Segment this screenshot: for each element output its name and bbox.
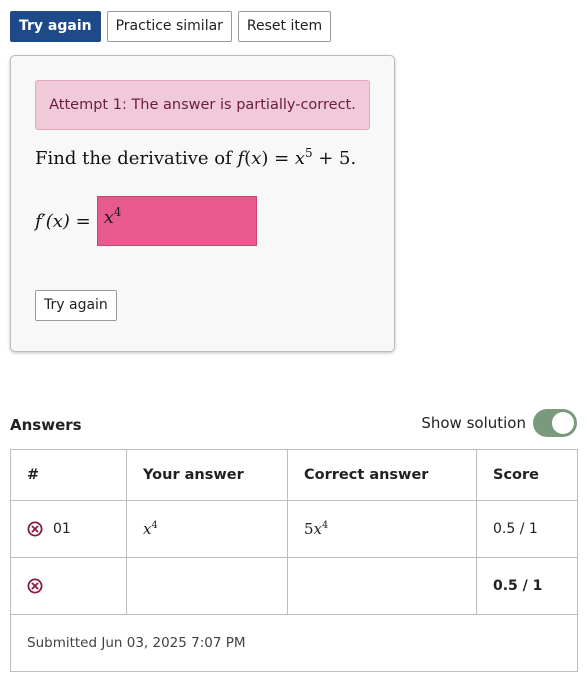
question-card: Attempt 1: The answer is partially-corre… [10, 55, 395, 352]
correct-answer-coefficient: 5 [304, 520, 314, 538]
row-id: 01 [53, 521, 71, 537]
correct-answer-exponent: 4 [322, 520, 329, 531]
correct-answer-cell: 5x4 [287, 500, 477, 558]
answer-input-exponent: 4 [113, 205, 122, 219]
card-try-again-button[interactable]: Try again [35, 290, 117, 321]
table-row-submitted: Submitted Jun 03, 2025 7:07 PM [10, 614, 578, 672]
answer-input[interactable]: x4 [96, 196, 257, 246]
table-header-row: # Your answer Correct answer Score [10, 449, 578, 501]
table-row-total: 0.5 / 1 [10, 557, 578, 615]
total-icon-cell [10, 557, 127, 615]
question-prefix: Find the derivative of [35, 148, 238, 169]
total-score-cell: 0.5 / 1 [476, 557, 578, 615]
row-number-cell: 01 [10, 500, 127, 558]
score-cell: 0.5 / 1 [476, 500, 578, 558]
answer-row: f′(x) = x4 [35, 196, 257, 246]
answer-prefix: f′(x) = [35, 210, 91, 232]
switch-knob [552, 412, 574, 434]
submitted-timestamp: Submitted Jun 03, 2025 7:07 PM [10, 614, 578, 672]
question-text: Find the derivative of f(x) = x5 + 5. [35, 146, 357, 169]
empty-cell [287, 557, 477, 615]
incorrect-icon [27, 578, 43, 594]
column-header-score: Score [476, 449, 578, 501]
reset-item-button[interactable]: Reset item [237, 11, 332, 42]
show-solution-switch[interactable] [533, 409, 577, 437]
answer-input-base: x [103, 207, 114, 228]
your-answer-exponent: 4 [151, 520, 158, 531]
practice-similar-button[interactable]: Practice similar [106, 11, 232, 42]
item-toolbar: Try again Practice similar Reset item [10, 11, 332, 42]
attempt-alert: Attempt 1: The answer is partially-corre… [35, 80, 370, 130]
your-answer-cell: x4 [126, 500, 288, 558]
incorrect-icon [27, 521, 43, 537]
show-solution-label: Show solution [421, 414, 526, 432]
answers-table: # Your answer Correct answer Score 01 x4… [10, 449, 578, 672]
try-again-button[interactable]: Try again [10, 11, 101, 42]
empty-cell [126, 557, 288, 615]
answers-heading: Answers [10, 416, 82, 434]
table-row: 01 x4 5x4 0.5 / 1 [10, 500, 578, 558]
correct-answer-base: x [313, 520, 323, 538]
column-header-correct-answer: Correct answer [287, 449, 477, 501]
show-solution-toggle[interactable]: Show solution [421, 409, 577, 437]
column-header-your-answer: Your answer [126, 449, 288, 501]
column-header-number: # [10, 449, 127, 501]
